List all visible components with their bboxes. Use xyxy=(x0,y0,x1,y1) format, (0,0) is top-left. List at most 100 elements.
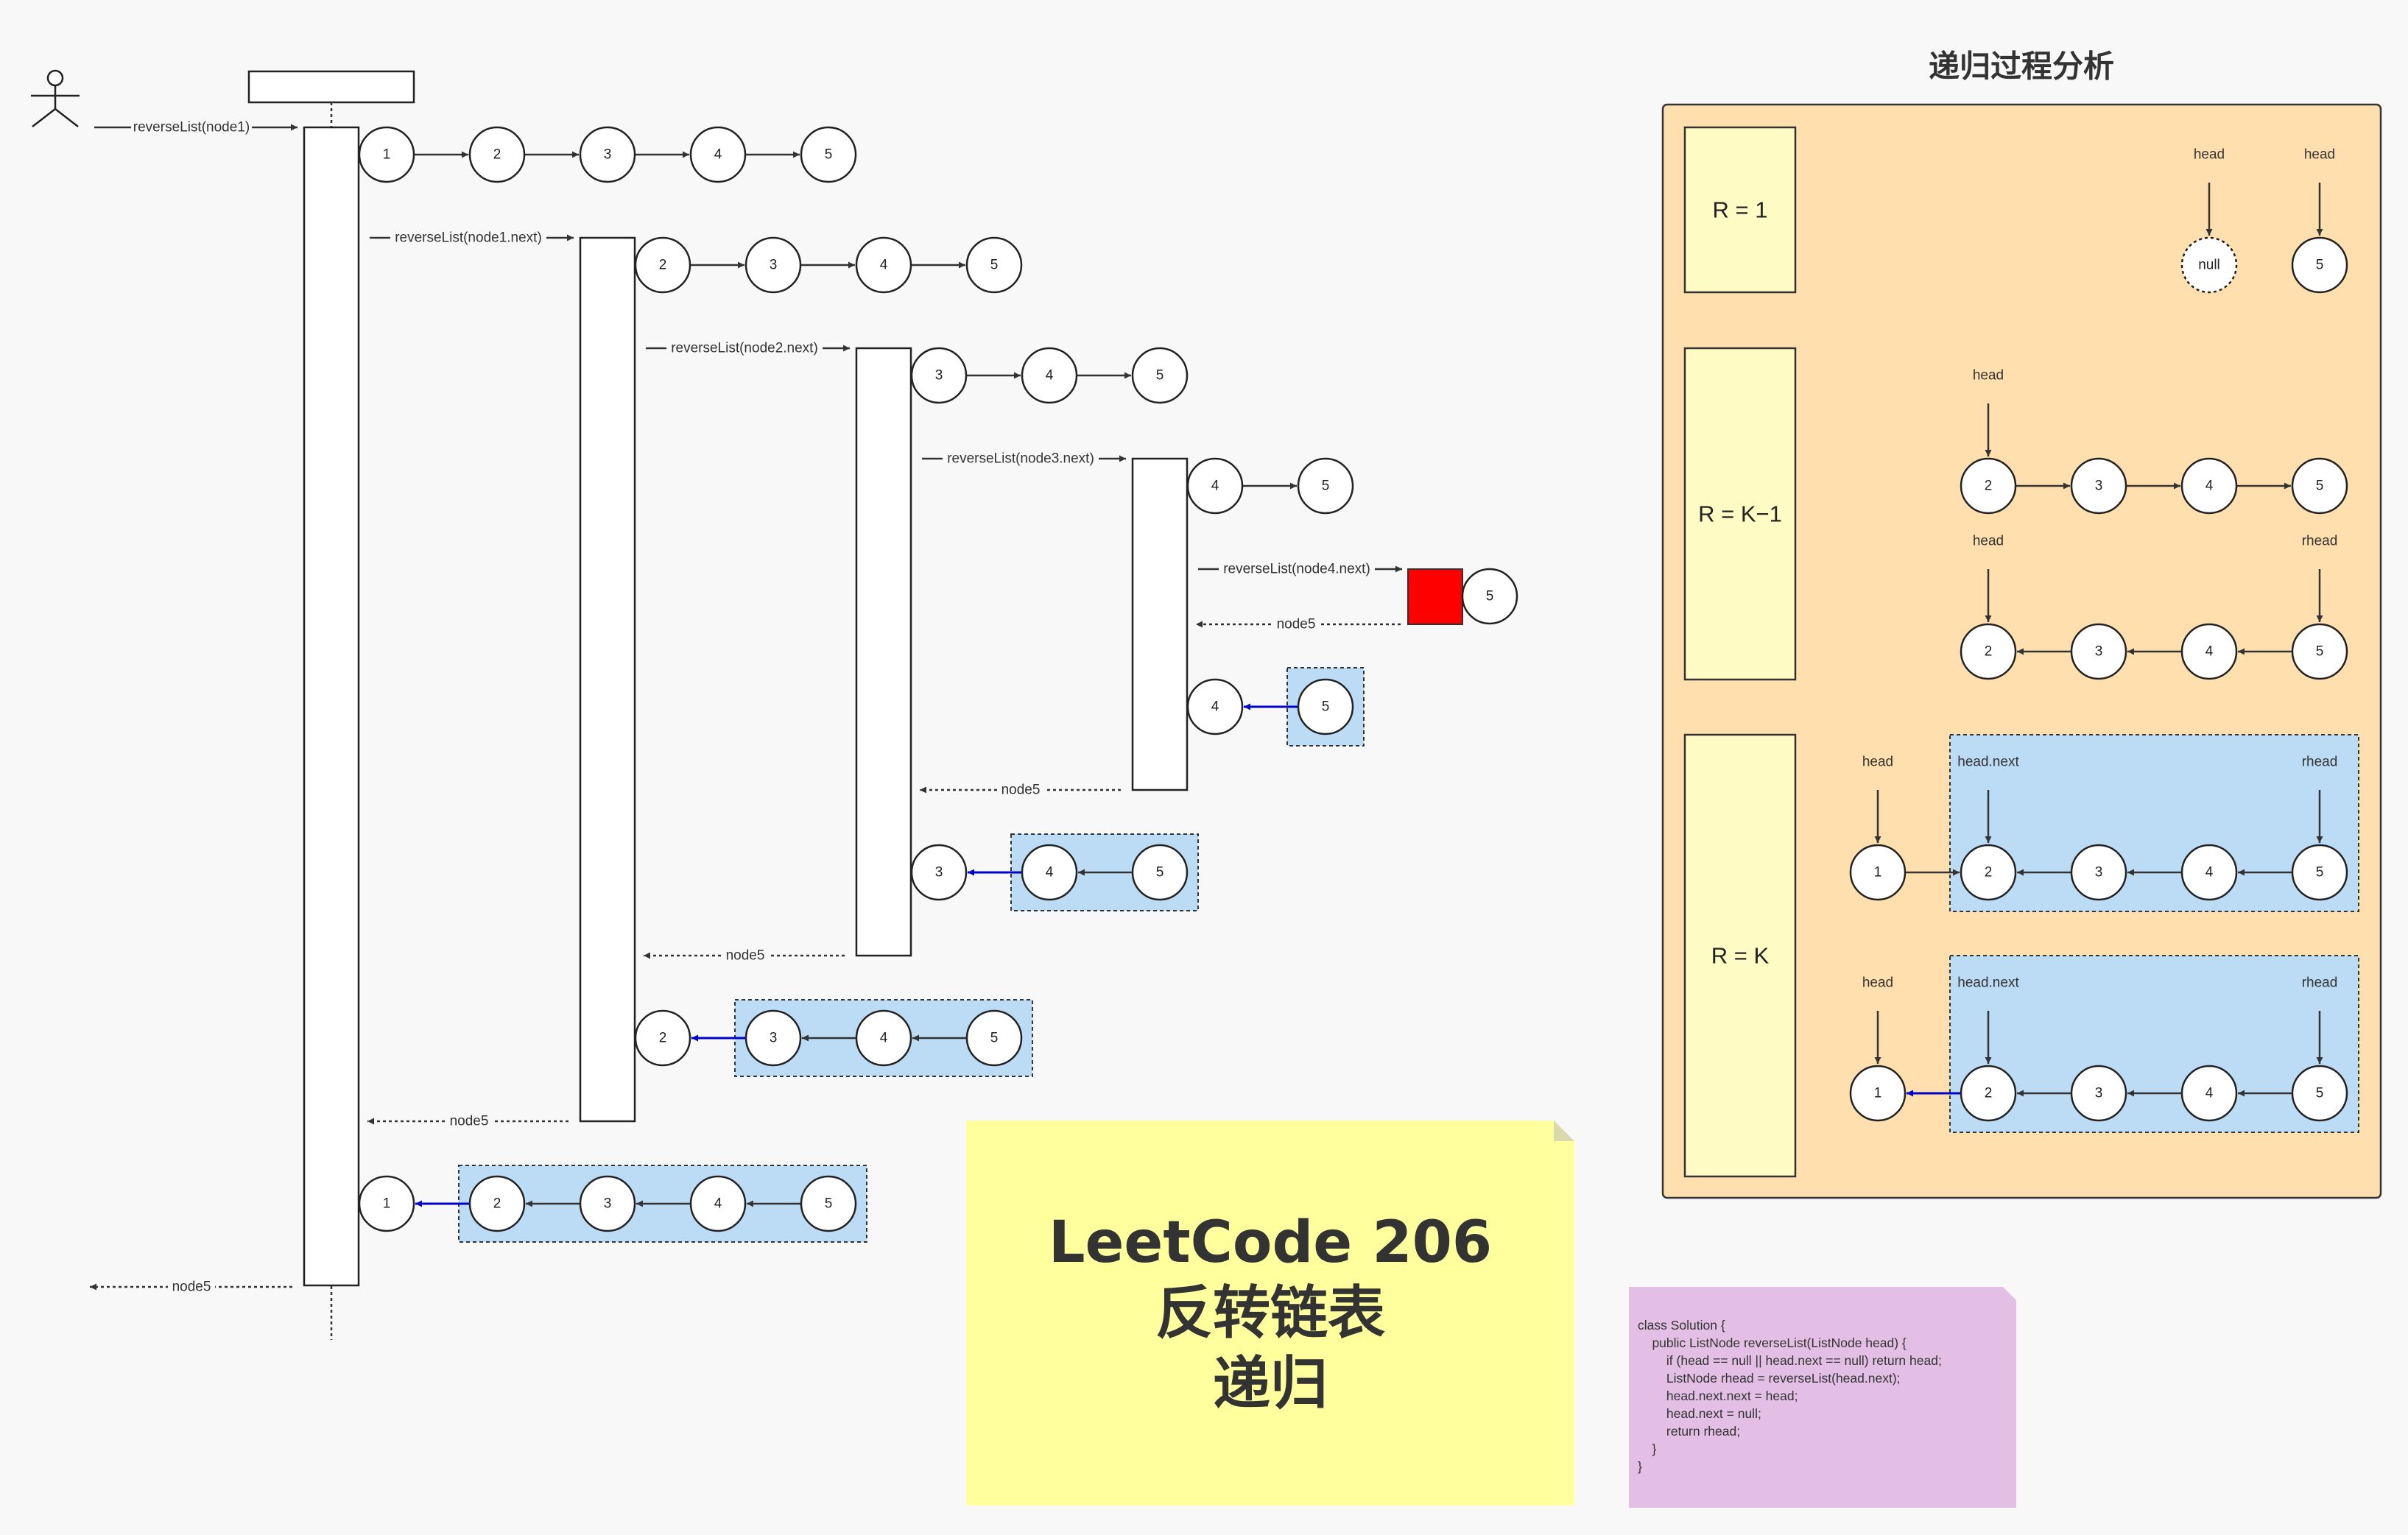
call-arrow-5: reverseList(node4.next) xyxy=(1198,560,1402,578)
svg-text:1: 1 xyxy=(383,147,391,163)
pointer-label: rhead xyxy=(2302,755,2338,770)
pointer-label: head.next xyxy=(1957,755,2019,770)
svg-text:5: 5 xyxy=(825,1196,833,1212)
svg-text:5: 5 xyxy=(2316,1086,2324,1101)
svg-text:2: 2 xyxy=(659,258,667,273)
svg-text:3: 3 xyxy=(935,865,943,881)
svg-text:5: 5 xyxy=(990,258,999,273)
svg-text:node5: node5 xyxy=(726,948,765,964)
svg-text:4: 4 xyxy=(1046,865,1054,881)
svg-text:null: null xyxy=(2198,258,2220,273)
svg-text:4: 4 xyxy=(1211,699,1219,715)
svg-text:2: 2 xyxy=(1985,1086,1993,1101)
return-arrow-1: node5 xyxy=(90,1278,292,1296)
svg-text:3: 3 xyxy=(2095,644,2103,660)
call-list-4: 4 5 xyxy=(1186,457,1354,515)
svg-text:4: 4 xyxy=(714,1196,722,1212)
svg-text:2: 2 xyxy=(659,1031,667,1046)
svg-text:4: 4 xyxy=(714,147,722,163)
svg-text:4: 4 xyxy=(1211,479,1219,494)
note-title-line2: 反转链表 xyxy=(1155,1280,1385,1347)
pointer-label: head xyxy=(1862,755,1893,770)
call-list-2: 2 3 4 5 xyxy=(634,236,1023,294)
svg-text:5: 5 xyxy=(1322,479,1330,494)
call-label-5: reverseList(node4.next) xyxy=(1223,562,1370,577)
svg-text:3: 3 xyxy=(604,1196,612,1212)
svg-text:4: 4 xyxy=(880,1031,888,1046)
svg-text:R = K−1: R = K−1 xyxy=(1698,501,1782,527)
svg-text:1: 1 xyxy=(1874,865,1882,881)
svg-text:2: 2 xyxy=(1985,644,1993,660)
svg-text:3: 3 xyxy=(770,258,778,273)
pointer-label: head xyxy=(2304,147,2335,163)
svg-text:5: 5 xyxy=(2316,258,2324,273)
partial-result-4: 1 2 3 4 5 xyxy=(358,1165,867,1243)
svg-text:3: 3 xyxy=(604,147,612,163)
call-label-1: reverseList(node1) xyxy=(133,120,250,135)
lifeline-header xyxy=(247,70,415,104)
base-case-box xyxy=(1407,568,1463,625)
return-arrow-5: node5 xyxy=(1196,615,1401,633)
svg-text:2: 2 xyxy=(1985,865,1993,881)
title-note: LeetCode 206 反转链表 递归 xyxy=(966,1121,1574,1506)
return-arrow-4: node5 xyxy=(920,781,1121,799)
svg-text:4: 4 xyxy=(2205,644,2214,660)
return-arrow-2: node5 xyxy=(367,1112,568,1130)
svg-text:2: 2 xyxy=(493,1196,501,1212)
activation-bar-1 xyxy=(303,126,360,1287)
activation-bar-3 xyxy=(855,347,912,957)
call-arrow-4: reverseList(node3.next) xyxy=(922,450,1126,467)
svg-text:2: 2 xyxy=(1985,479,1993,494)
call-arrow-2: reverseList(node1.next) xyxy=(370,229,574,247)
svg-text:2: 2 xyxy=(493,147,501,163)
partial-result-2: 3 4 5 xyxy=(910,833,1199,911)
svg-text:5: 5 xyxy=(1156,865,1164,881)
svg-text:5: 5 xyxy=(1156,368,1164,384)
svg-text:3: 3 xyxy=(2095,1086,2103,1101)
code-note: class Solution { public ListNode reverse… xyxy=(1629,1287,2016,1508)
call-list-3: 3 4 5 xyxy=(910,347,1189,404)
call-label-3: reverseList(node2.next) xyxy=(671,341,818,356)
svg-text:4: 4 xyxy=(1046,368,1054,384)
svg-text:5: 5 xyxy=(2316,644,2324,660)
call-list-5: 5 xyxy=(1407,568,1518,625)
partial-result-1: 4 5 xyxy=(1186,667,1365,747)
pointer-label: head xyxy=(1973,368,2004,384)
pointer-label: head xyxy=(2194,147,2225,163)
call-list-1: 1 2 3 4 5 xyxy=(358,126,857,183)
svg-text:node5: node5 xyxy=(450,1114,489,1129)
svg-text:3: 3 xyxy=(2095,865,2103,881)
svg-text:1: 1 xyxy=(383,1196,391,1212)
pointer-label: head xyxy=(1862,975,1893,991)
svg-text:4: 4 xyxy=(2205,479,2214,494)
svg-text:3: 3 xyxy=(770,1031,778,1046)
svg-text:5: 5 xyxy=(990,1031,999,1046)
partial-result-3: 2 3 4 5 xyxy=(634,999,1033,1077)
actor-icon xyxy=(31,69,80,127)
svg-text:4: 4 xyxy=(2205,1086,2214,1101)
svg-text:5: 5 xyxy=(1486,589,1494,604)
svg-text:node5: node5 xyxy=(1001,783,1041,798)
return-arrow-3: node5 xyxy=(644,947,845,964)
pointer-label: head.next xyxy=(1957,975,2019,991)
activation-bar-4 xyxy=(1131,457,1189,791)
pointer-label: head xyxy=(1973,534,2004,549)
svg-text:5: 5 xyxy=(1322,699,1330,715)
svg-text:R = K: R = K xyxy=(1711,943,1770,969)
code-snippet: class Solution { public ListNode reverse… xyxy=(1638,1318,1942,1474)
svg-text:node5: node5 xyxy=(1277,617,1316,632)
note-title-line3: 递归 xyxy=(1212,1350,1328,1417)
svg-text:3: 3 xyxy=(935,368,943,384)
svg-text:node5: node5 xyxy=(172,1280,211,1295)
svg-text:5: 5 xyxy=(825,147,833,163)
svg-text:R = 1: R = 1 xyxy=(1713,197,1768,223)
call-arrow-1: reverseList(node1) xyxy=(94,119,298,136)
call-arrow-3: reverseList(node2.next) xyxy=(646,339,850,357)
activation-bar-2 xyxy=(579,236,636,1123)
svg-text:5: 5 xyxy=(2316,479,2324,494)
panel-title: 递归过程分析 xyxy=(1929,49,2114,85)
note-title-line1: LeetCode 206 xyxy=(1048,1209,1493,1276)
call-label-4: reverseList(node3.next) xyxy=(947,451,1094,467)
svg-text:4: 4 xyxy=(2205,865,2214,881)
svg-text:5: 5 xyxy=(2316,865,2324,881)
